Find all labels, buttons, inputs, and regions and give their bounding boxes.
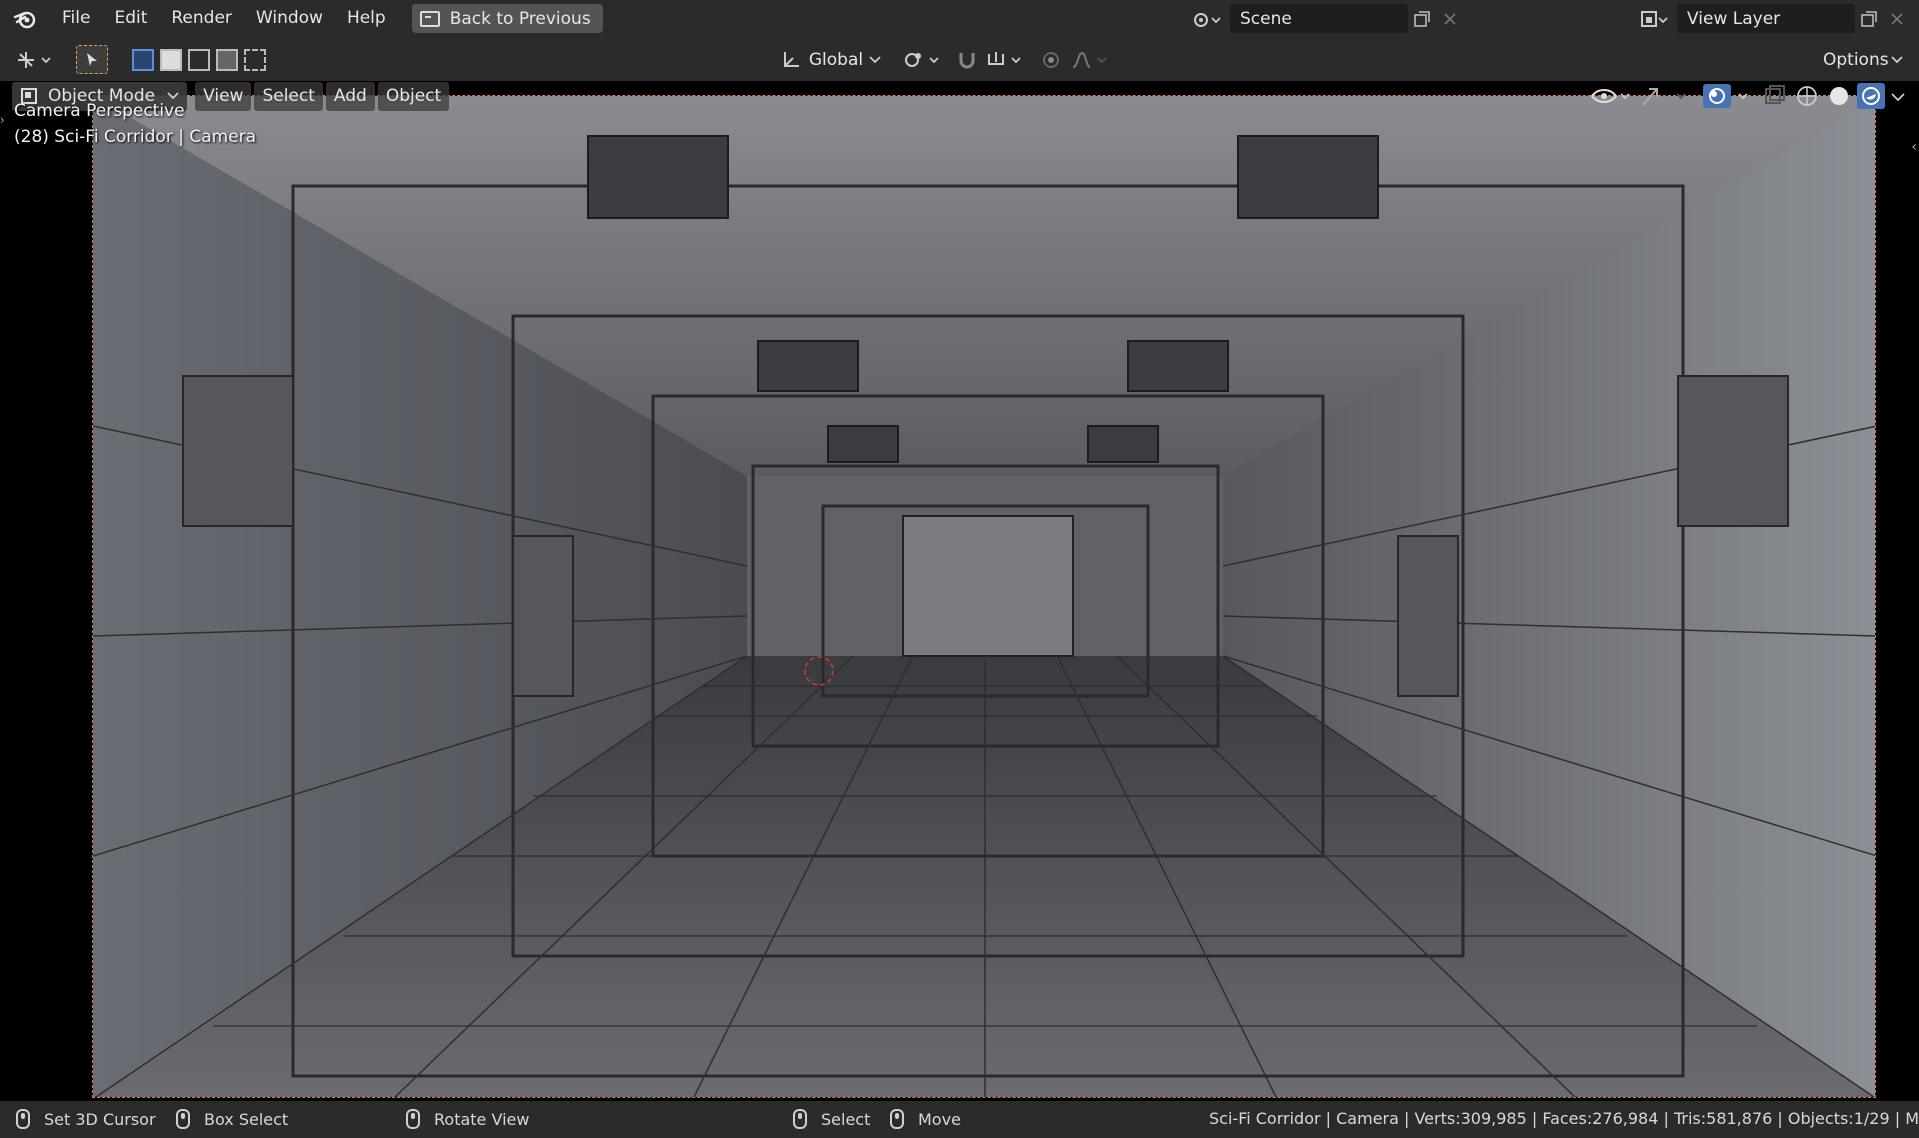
selection-mode-invert-icon[interactable] <box>216 45 244 74</box>
visibility-eye-icon[interactable] <box>1589 83 1633 109</box>
selection-mode-set-icon[interactable] <box>132 45 160 74</box>
solid-shading-icon[interactable] <box>1825 83 1853 109</box>
view-layer-icon[interactable] <box>1631 4 1677 33</box>
hint-label: Set 3D Cursor <box>44 1109 156 1129</box>
menu-edit[interactable]: Edit <box>102 0 159 37</box>
menu-help[interactable]: Help <box>335 0 398 37</box>
hint-set-3d-cursor: Set 3D Cursor <box>16 1109 156 1129</box>
sidebar-expand-icon[interactable]: ‹ <box>1911 139 1917 155</box>
back-to-previous-button[interactable]: Back to Previous <box>411 4 603 33</box>
wireframe-shading-icon[interactable] <box>1793 83 1821 109</box>
select-tool-icon[interactable] <box>76 45 108 74</box>
hint-label: Select <box>821 1109 871 1129</box>
hint-label: Box Select <box>204 1109 289 1129</box>
selection-mode-extend-icon[interactable] <box>160 45 188 74</box>
view-layer-selector: View Layer <box>1631 4 1911 33</box>
hint-move: Move <box>890 1109 961 1129</box>
menu-file[interactable]: File <box>50 0 102 37</box>
proportional-edit-icon[interactable] <box>1038 45 1064 74</box>
menu-window[interactable]: Window <box>244 0 335 37</box>
orientation-axes-icon <box>784 51 799 67</box>
scene-name-field[interactable]: Scene <box>1230 4 1408 33</box>
selection-mode-subtract-icon[interactable] <box>188 45 216 74</box>
selection-mode-intersect-icon[interactable] <box>244 45 272 74</box>
proportional-falloff-icon[interactable] <box>1068 45 1112 74</box>
transform-orientation-dropdown[interactable]: Global <box>773 45 889 74</box>
shading-options-chevron-icon[interactable] <box>1889 83 1907 109</box>
3d-viewport[interactable]: Camera Perspective (28) Sci-Fi Corridor … <box>0 81 1919 1101</box>
new-scene-icon[interactable] <box>1408 4 1436 33</box>
chevron-down-icon <box>869 55 881 63</box>
viewport-menu-object[interactable]: Object <box>377 81 450 111</box>
options-dropdown[interactable]: Options <box>1815 45 1911 74</box>
status-bar: Set 3D Cursor Box Select Rotate View Sel… <box>0 1101 1919 1138</box>
mouse-left-icon <box>16 1109 30 1129</box>
mouse-drag-icon <box>890 1109 904 1129</box>
hint-select: Select <box>793 1109 870 1129</box>
pivot-point-icon[interactable] <box>900 45 944 74</box>
snap-toggle-icon[interactable] <box>952 45 982 74</box>
material-preview-shading-icon[interactable] <box>1857 82 1885 109</box>
camera-perspective-label: Camera Perspective <box>14 101 185 121</box>
toolbar-expand-icon[interactable]: › <box>0 113 5 127</box>
xray-toggle-icon[interactable] <box>1761 83 1789 109</box>
scene-icon[interactable] <box>1184 4 1230 33</box>
back-screen-icon <box>419 10 440 27</box>
chevron-down-icon <box>167 92 179 100</box>
scene-statistics: Sci-Fi Corridor | Camera | Verts:309,985… <box>1209 1109 1919 1128</box>
blender-logo-icon[interactable] <box>0 0 50 37</box>
corridor-render <box>93 96 1875 1097</box>
options-label: Options <box>1823 49 1889 70</box>
overlays-toggle-icon[interactable] <box>1701 83 1757 109</box>
mouse-drag-icon <box>176 1109 190 1129</box>
delete-view-layer-icon[interactable] <box>1883 4 1911 33</box>
camera-frame <box>92 95 1876 1098</box>
snap-target-icon[interactable] <box>984 45 1028 74</box>
tool-header: Global Options <box>0 37 1919 81</box>
chevron-down-icon <box>1891 55 1903 63</box>
delete-scene-icon[interactable] <box>1436 4 1464 33</box>
mouse-left-icon <box>793 1109 807 1129</box>
viewport-menu-view[interactable]: View <box>195 81 252 111</box>
menu-render[interactable]: Render <box>159 0 244 37</box>
scene-selector: Scene <box>1184 4 1464 33</box>
transform-orientation-label: Global <box>808 49 864 70</box>
gizmo-toggle-icon[interactable] <box>1637 83 1697 109</box>
hint-box-select: Box Select <box>176 1109 288 1129</box>
active-object-label: (28) Sci-Fi Corridor | Camera <box>14 127 257 147</box>
hint-rotate-view: Rotate View <box>406 1109 529 1129</box>
viewport-shading-controls <box>1589 81 1907 110</box>
hint-label: Move <box>918 1109 961 1129</box>
editor-type-icon[interactable] <box>12 45 56 74</box>
hint-label: Rotate View <box>434 1109 530 1129</box>
mouse-middle-icon <box>406 1109 420 1129</box>
viewport-menu-add[interactable]: Add <box>325 81 375 111</box>
back-to-previous-label: Back to Previous <box>449 8 591 29</box>
viewport-header: Object Mode View Select Add Object <box>0 81 1919 111</box>
view-layer-name-field[interactable]: View Layer <box>1677 4 1855 33</box>
top-menu-bar: File Edit Render Window Help Back to Pre… <box>0 0 1919 37</box>
viewport-menu-select[interactable]: Select <box>254 81 323 111</box>
new-view-layer-icon[interactable] <box>1855 4 1883 33</box>
